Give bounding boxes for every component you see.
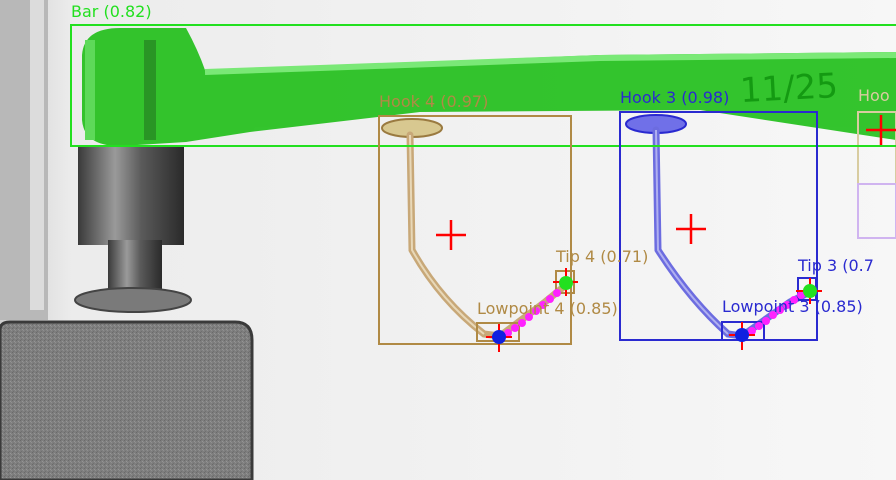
hook3-label: Hook 3 (0.98) — [620, 88, 729, 107]
bar-engraving: 11/25 — [739, 66, 839, 111]
left-wall-edge — [30, 0, 44, 310]
tip4-point — [559, 276, 573, 290]
mount-cylinder — [78, 145, 184, 245]
bar-label: Bar (0.82) — [71, 2, 152, 21]
lowpoint3-label: Lowpoint 3 (0.85) — [722, 297, 863, 316]
tip3-point — [803, 284, 817, 298]
hook-partial-label: Hoo — [858, 86, 890, 105]
hook4-label: Hook 4 (0.97) — [379, 92, 488, 111]
mount-washer — [74, 287, 192, 313]
tip4-label: Tip 4 (0.71) — [555, 247, 648, 266]
lowpoint4-point — [492, 330, 506, 344]
detection-scene: 11/25 Bar (0.82) Hook 4 (0.97) Hook 3 (0… — [0, 0, 896, 480]
metal-box — [0, 320, 254, 480]
lowpoint3-point — [735, 328, 749, 342]
mount-neck — [108, 240, 162, 290]
lowpoint4-label: Lowpoint 4 (0.85) — [477, 299, 618, 318]
tip3-label: Tip 3 (0.7 — [797, 256, 874, 275]
